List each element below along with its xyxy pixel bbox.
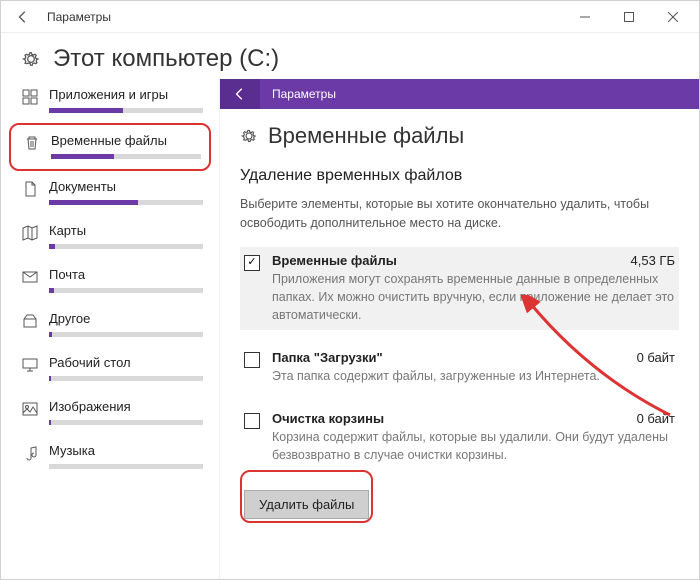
sidebar-item-images[interactable]: Изображения xyxy=(9,391,211,435)
section-title: Удаление временных файлов xyxy=(240,167,679,185)
other-icon xyxy=(17,311,43,329)
gear-icon xyxy=(21,49,41,69)
usage-bar xyxy=(51,154,201,159)
titlebar: Параметры xyxy=(1,1,699,33)
page-title: Этот компьютер (C:) xyxy=(53,45,279,73)
window-title: Параметры xyxy=(47,10,111,24)
sidebar-item-label: Временные файлы xyxy=(51,133,201,148)
sidebar-item-map[interactable]: Карты xyxy=(9,215,211,259)
sidebar-item-label: Почта xyxy=(49,267,203,282)
usage-bar xyxy=(49,288,203,293)
option-row: Временные файлы 4,53 ГБ Приложения могут с… xyxy=(240,247,679,330)
minimize-button[interactable] xyxy=(563,3,607,31)
maximize-button[interactable] xyxy=(607,3,651,31)
option-name: Папка "Загрузки" xyxy=(272,350,383,365)
option-name: Очистка корзины xyxy=(272,411,384,426)
minimize-icon xyxy=(580,12,590,22)
sidebar-item-label: Изображения xyxy=(49,399,203,414)
sidebar-item-desktop[interactable]: Рабочий стол xyxy=(9,347,211,391)
sidebar-item-other[interactable]: Другое xyxy=(9,303,211,347)
content-pane: Параметры Временные файлы Удаление време… xyxy=(219,79,699,579)
option-size: 0 байт xyxy=(637,350,675,365)
option-size: 0 байт xyxy=(637,411,675,426)
sidebar-item-mail[interactable]: Почта xyxy=(9,259,211,303)
close-icon xyxy=(668,12,678,22)
option-desc: Эта папка содержит файлы, загруженные из… xyxy=(272,367,675,385)
usage-bar xyxy=(49,376,203,381)
sidebar-item-label: Приложения и игры xyxy=(49,87,203,102)
usage-bar xyxy=(49,244,203,249)
option-checkbox[interactable] xyxy=(244,413,260,429)
sidebar-item-label: Музыка xyxy=(49,443,203,458)
mail-icon xyxy=(17,267,43,285)
option-desc: Корзина содержит файлы, которые вы удали… xyxy=(272,428,675,464)
content-heading: Временные файлы xyxy=(240,123,679,149)
sidebar-item-label: Документы xyxy=(49,179,203,194)
maximize-icon xyxy=(624,12,634,22)
desktop-icon xyxy=(17,355,43,373)
sub-title: Параметры xyxy=(272,87,336,101)
sidebar-item-apps[interactable]: Приложения и игры xyxy=(9,79,211,123)
usage-bar xyxy=(49,108,203,113)
page-header: Этот компьютер (C:) xyxy=(1,33,699,79)
usage-bar xyxy=(49,420,203,425)
close-button[interactable] xyxy=(651,3,695,31)
apps-icon xyxy=(17,87,43,105)
option-checkbox[interactable] xyxy=(244,352,260,368)
sidebar-item-music[interactable]: Музыка xyxy=(9,435,211,479)
arrow-left-icon xyxy=(16,10,30,24)
music-icon xyxy=(17,443,43,461)
option-row: Очистка корзины 0 байт Корзина содержит фа… xyxy=(240,405,679,470)
delete-button-highlight: Удалить файлы xyxy=(240,470,373,523)
sidebar: Приложения и игры Временные файлы Документ… xyxy=(1,79,219,579)
option-name: Временные файлы xyxy=(272,253,397,268)
option-size: 4,53 ГБ xyxy=(631,253,675,268)
sub-back-button[interactable] xyxy=(220,79,260,109)
back-button[interactable] xyxy=(9,3,37,31)
gear-icon xyxy=(240,127,258,145)
sidebar-item-trash[interactable]: Временные файлы xyxy=(9,123,211,171)
hint-text: Выберите элементы, которые вы хотите око… xyxy=(240,195,679,233)
arrow-left-icon xyxy=(233,87,247,101)
option-desc: Приложения могут сохранять временные дан… xyxy=(272,270,675,324)
sidebar-item-label: Рабочий стол xyxy=(49,355,203,370)
usage-bar xyxy=(49,200,203,205)
option-checkbox[interactable] xyxy=(244,255,260,271)
sub-titlebar: Параметры xyxy=(220,79,699,109)
document-icon xyxy=(17,179,43,197)
map-icon xyxy=(17,223,43,241)
option-row: Папка "Загрузки" 0 байт Эта папка содержит… xyxy=(240,344,679,391)
content-heading-text: Временные файлы xyxy=(268,123,464,149)
usage-bar xyxy=(49,464,203,469)
sidebar-item-label: Карты xyxy=(49,223,203,238)
sidebar-item-label: Другое xyxy=(49,311,203,326)
trash-icon xyxy=(19,133,45,151)
images-icon xyxy=(17,399,43,417)
usage-bar xyxy=(49,332,203,337)
delete-files-button[interactable]: Удалить файлы xyxy=(244,490,369,519)
sidebar-item-document[interactable]: Документы xyxy=(9,171,211,215)
